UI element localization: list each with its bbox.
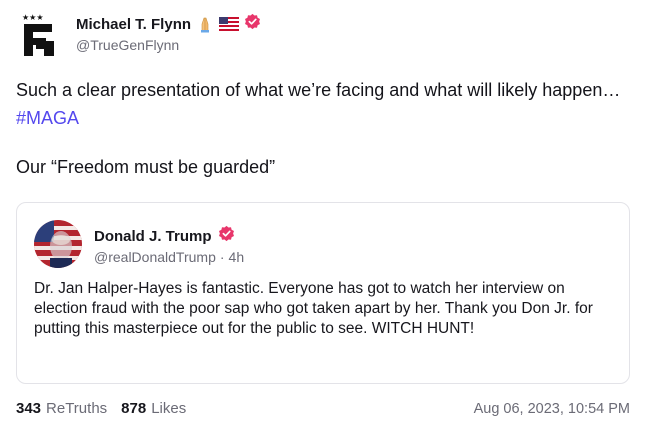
likes-count: 878	[121, 400, 147, 417]
post-footer: 343 ReTruths 878 Likes Aug 06, 2023, 10:…	[16, 400, 630, 417]
author-avatar[interactable]: ★★★	[16, 12, 62, 58]
us-flag-emoji-icon	[219, 17, 240, 31]
separator-dot: ·	[219, 249, 225, 265]
hashtag-link[interactable]: #MAGA	[16, 108, 79, 128]
post-text-second-paragraph: Our “Freedom must be guarded”	[16, 157, 276, 177]
quoted-post-card[interactable]: Donald J. Trump @realDonaldTrump · 4h Dr…	[16, 202, 630, 384]
svg-text:★★★: ★★★	[22, 13, 44, 22]
quoted-author-row: Donald J. Trump	[94, 225, 235, 247]
truth-post: ★★★ Michael T. Flynn @TrueGenFlynn Such …	[0, 0, 645, 428]
likes-label: Likes	[151, 400, 187, 417]
verified-badge-icon	[218, 225, 235, 247]
quoted-author-name[interactable]: Donald J. Trump	[94, 228, 212, 245]
retruths-stat[interactable]: 343 ReTruths	[16, 400, 107, 417]
retruths-count: 343	[16, 400, 42, 417]
author-handle[interactable]: @TrueGenFlynn	[76, 37, 179, 53]
quoted-author-avatar[interactable]	[34, 220, 82, 268]
quoted-author-handle[interactable]: @realDonaldTrump	[94, 249, 216, 265]
retruths-label: ReTruths	[46, 400, 108, 417]
post-timestamp[interactable]: Aug 06, 2023, 10:54 PM	[474, 401, 630, 417]
folded-hands-emoji-icon	[196, 15, 214, 33]
post-text: Such a clear presentation of what we’re …	[16, 76, 636, 132]
verified-badge-icon	[244, 13, 261, 35]
quoted-handle-row: @realDonaldTrump · 4h	[94, 249, 244, 265]
author-name[interactable]: Michael T. Flynn	[76, 16, 191, 33]
flag-portrait-avatar-icon	[34, 220, 82, 268]
likes-stat[interactable]: 878 Likes	[121, 400, 186, 417]
quoted-post-age: 4h	[228, 249, 245, 265]
quoted-post-text: Dr. Jan Halper-Hayes is fantastic. Every…	[34, 280, 593, 337]
general-flynn-logo-icon: ★★★	[22, 13, 54, 56]
post-text-body: Such a clear presentation of what we’re …	[16, 80, 621, 100]
author-row: Michael T. Flynn	[76, 13, 261, 35]
